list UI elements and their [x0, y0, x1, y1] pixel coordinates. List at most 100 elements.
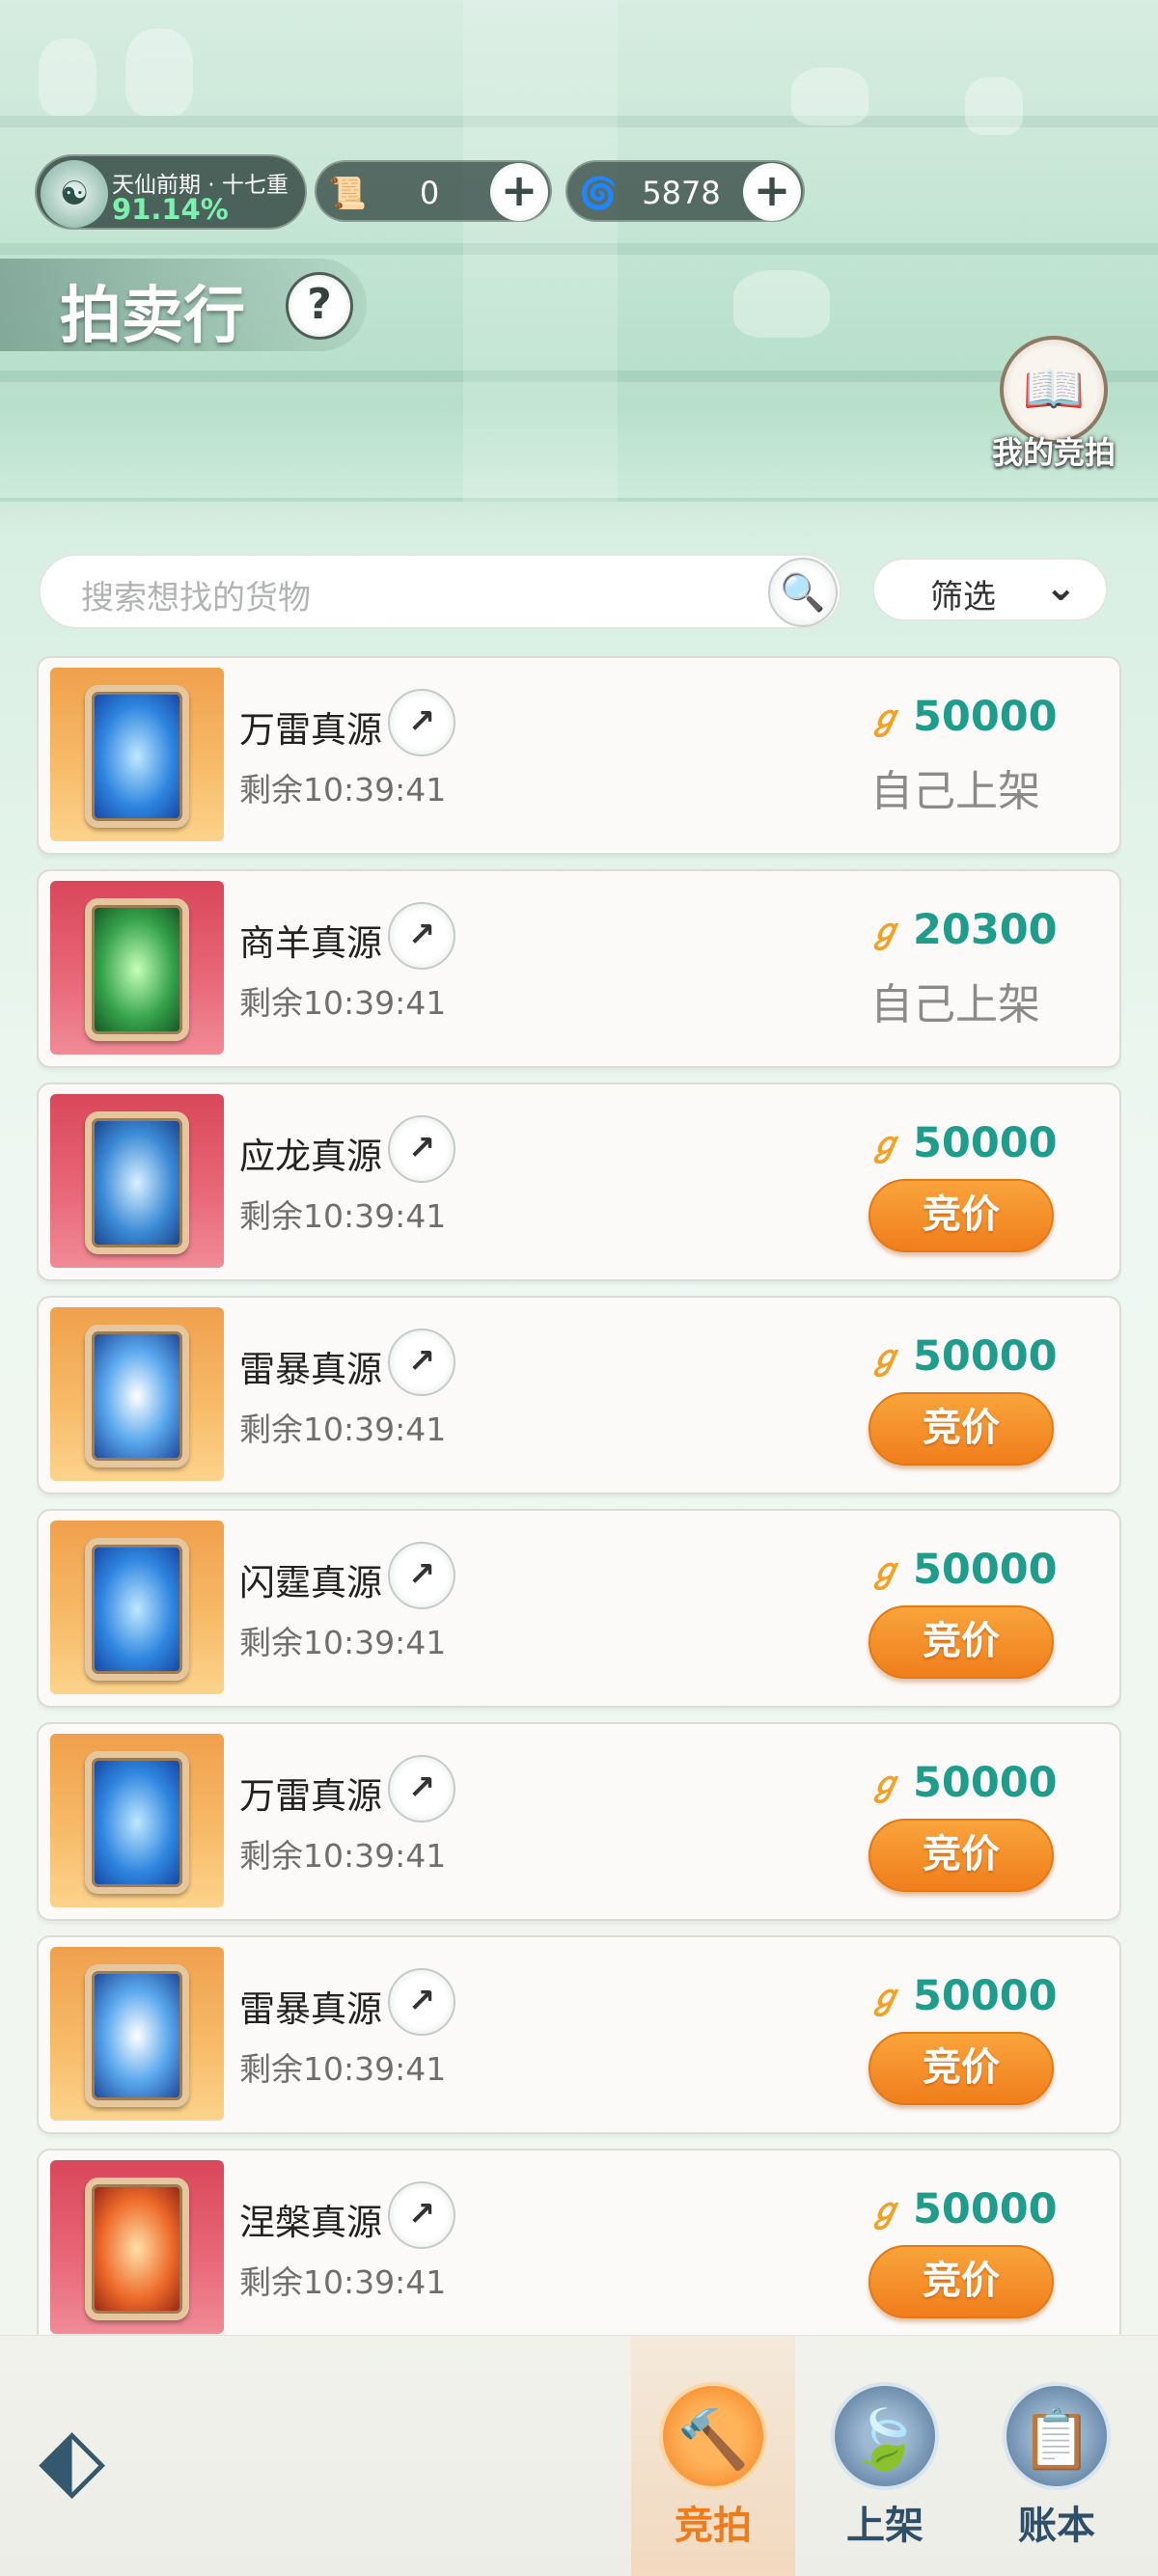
- add-scroll-button[interactable]: +: [490, 163, 548, 221]
- auction-item-row[interactable]: 雷暴真源 ↗ 剩余10:39:41 ℊ 50000 竞价: [37, 1935, 1121, 2134]
- bid-button[interactable]: 竞价: [868, 2032, 1054, 2105]
- item-name: 商羊真源: [239, 922, 382, 964]
- true-source-card-icon: [85, 1751, 189, 1894]
- auction-item-row[interactable]: 应龙真源 ↗ 剩余10:39:41 ℊ 50000 竞价: [37, 1082, 1121, 1281]
- scroll-currency-counter: 📜 0 +: [315, 160, 552, 222]
- item-name: 雷暴真源: [239, 1988, 382, 2030]
- item-thumbnail[interactable]: [50, 1947, 224, 2121]
- bid-button[interactable]: 竞价: [868, 1819, 1054, 1892]
- item-thumbnail[interactable]: [50, 1521, 224, 1694]
- spirit-stone-counter: 🌀 5878 +: [565, 160, 805, 222]
- share-icon[interactable]: ↗: [388, 902, 455, 970]
- item-thumbnail[interactable]: [50, 881, 224, 1055]
- scroll-icon: 📜: [328, 175, 367, 211]
- true-source-card-icon: [85, 685, 189, 828]
- auction-item-row[interactable]: 闪霆真源 ↗ 剩余10:39:41 ℊ 50000 竞价: [37, 1509, 1121, 1708]
- item-price: 50000: [913, 1332, 1058, 1381]
- true-source-card-icon: [85, 2178, 189, 2320]
- item-thumbnail[interactable]: [50, 668, 224, 841]
- self-listed-label: 自己上架: [870, 980, 1040, 1029]
- cultivation-realm-badge[interactable]: ☯ 天仙前期 · 十七重 91.14%: [35, 154, 307, 230]
- self-listed-label: 自己上架: [870, 767, 1040, 816]
- auction-item-row[interactable]: 雷暴真源 ↗ 剩余10:39:41 ℊ 50000 竞价: [37, 1296, 1121, 1494]
- search-input[interactable]: 搜索想找的货物: [81, 571, 311, 618]
- true-source-card-icon: [85, 898, 189, 1041]
- item-name: 闪霆真源: [239, 1562, 382, 1603]
- time-remaining: 剩余10:39:41: [239, 1624, 447, 1661]
- share-icon[interactable]: ↗: [388, 2181, 455, 2249]
- nav-label: 上架: [846, 2504, 924, 2548]
- true-source-card-icon: [85, 1538, 189, 1681]
- auction-item-row[interactable]: 商羊真源 ↗ 剩余10:39:41 ℊ 20300 自己上架: [37, 869, 1121, 1068]
- time-remaining: 剩余10:39:41: [239, 771, 447, 808]
- share-icon[interactable]: ↗: [388, 1115, 455, 1183]
- time-remaining: 剩余10:39:41: [239, 2263, 447, 2301]
- nav-label: 竞拍: [675, 2504, 752, 2548]
- bid-button[interactable]: 竞价: [868, 1392, 1054, 1466]
- item-thumbnail[interactable]: [50, 1307, 224, 1481]
- background-pillar: [463, 0, 618, 502]
- spirit-coin-icon: ℊ: [868, 1338, 901, 1377]
- nav-tab-bid[interactable]: 🔨 竞拍: [631, 2336, 795, 2576]
- share-icon[interactable]: ↗: [388, 1968, 455, 2036]
- nav-tab-list-item[interactable]: 🍃 上架: [803, 2336, 967, 2576]
- item-price: 50000: [913, 1759, 1058, 1807]
- spirit-coin-icon: ℊ: [868, 1978, 901, 2016]
- item-price: 50000: [913, 1546, 1058, 1594]
- bottom-navigation: ⬖ 🔨 竞拍 🍃 上架 📋 账本: [0, 2335, 1158, 2576]
- item-price: 50000: [913, 1972, 1058, 2020]
- menu-logo-icon[interactable]: ⬖: [39, 2411, 154, 2507]
- true-source-card-icon: [85, 1111, 189, 1254]
- time-remaining: 剩余10:39:41: [239, 2050, 447, 2088]
- item-name: 万雷真源: [239, 1775, 382, 1817]
- true-source-card-icon: [85, 1325, 189, 1467]
- search-icon[interactable]: 🔍: [768, 558, 838, 627]
- item-thumbnail[interactable]: [50, 1734, 224, 1907]
- help-button[interactable]: ?: [286, 272, 353, 340]
- share-icon[interactable]: ↗: [388, 1542, 455, 1609]
- bid-button[interactable]: 竞价: [868, 2245, 1054, 2318]
- bid-button[interactable]: 竞价: [868, 1179, 1054, 1252]
- spirit-coin-icon: ℊ: [868, 699, 901, 737]
- ledger-icon: 📋: [1003, 2382, 1111, 2490]
- auction-item-row[interactable]: 万雷真源 ↗ 剩余10:39:41 ℊ 50000 竞价: [37, 1722, 1121, 1921]
- item-thumbnail[interactable]: [50, 2160, 224, 2334]
- time-remaining: 剩余10:39:41: [239, 1411, 447, 1448]
- vase-decoration: [39, 39, 96, 116]
- vase-decoration: [965, 77, 1023, 135]
- spirit-stone-value: 5878: [642, 175, 721, 211]
- item-price: 50000: [913, 1119, 1058, 1167]
- auction-list[interactable]: 万雷真源 ↗ 剩余10:39:41 ℊ 50000 自己上架 商羊真源 ↗ 剩余10:39:41…: [37, 656, 1121, 2335]
- auction-item-row[interactable]: 涅槃真源 ↗ 剩余10:39:41 ℊ 50000 竞价: [37, 2149, 1121, 2335]
- scroll-currency-value: 0: [419, 175, 440, 211]
- chevron-down-icon: ⌄: [1044, 565, 1077, 610]
- search-bar[interactable]: 搜索想找的货物 🔍: [39, 554, 841, 629]
- item-name: 应龙真源: [239, 1136, 382, 1177]
- share-icon[interactable]: ↗: [388, 1329, 455, 1396]
- filter-label: 筛选: [930, 578, 996, 617]
- item-price: 50000: [913, 693, 1058, 741]
- item-name: 涅槃真源: [239, 2202, 382, 2243]
- true-source-card-icon: [85, 1964, 189, 2107]
- filter-dropdown[interactable]: 筛选 ⌄: [872, 558, 1108, 621]
- spirit-coin-icon: ℊ: [868, 2191, 901, 2230]
- share-icon[interactable]: ↗: [388, 1755, 455, 1822]
- auction-item-row[interactable]: 万雷真源 ↗ 剩余10:39:41 ℊ 50000 自己上架: [37, 656, 1121, 855]
- time-remaining: 剩余10:39:41: [239, 1837, 447, 1875]
- bid-button[interactable]: 竞价: [868, 1605, 1054, 1679]
- realm-progress: 91.14%: [112, 193, 229, 226]
- add-spirit-stone-button[interactable]: +: [743, 163, 801, 221]
- vase-decoration: [125, 29, 193, 116]
- spirit-coin-icon: ℊ: [868, 1551, 901, 1590]
- item-price: 50000: [913, 2185, 1058, 2233]
- my-bids-button[interactable]: 📖 我的竞拍: [977, 336, 1131, 471]
- spirit-coin-icon: ℊ: [868, 912, 901, 950]
- my-bids-label: 我的竞拍: [991, 434, 1116, 471]
- cultivator-avatar-icon: ☯: [41, 160, 108, 228]
- shelf-icon: 🍃: [831, 2382, 939, 2490]
- item-thumbnail[interactable]: [50, 1094, 224, 1268]
- time-remaining: 剩余10:39:41: [239, 984, 447, 1022]
- time-remaining: 剩余10:39:41: [239, 1197, 447, 1235]
- share-icon[interactable]: ↗: [388, 689, 455, 756]
- nav-tab-ledger[interactable]: 📋 账本: [975, 2336, 1139, 2576]
